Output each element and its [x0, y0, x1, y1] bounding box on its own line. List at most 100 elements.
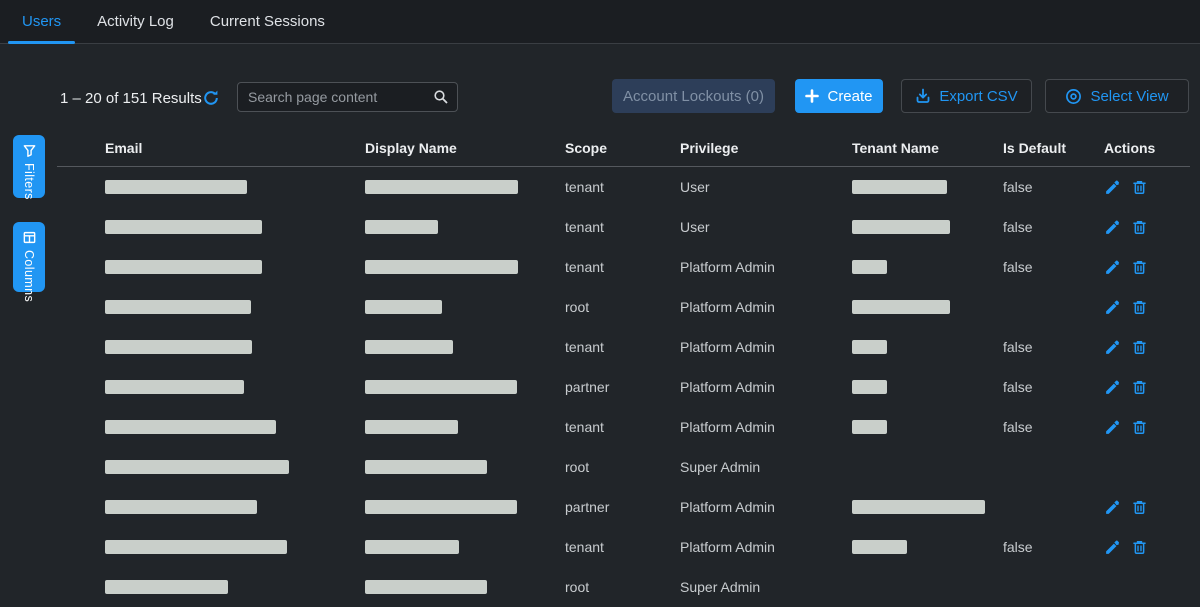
- actions-cell: [1104, 539, 1190, 556]
- display-name-cell: [365, 500, 565, 514]
- scope-cell: tenant: [565, 339, 680, 355]
- tenant-name-cell: [852, 300, 1003, 314]
- redacted-display-name-bar: [365, 300, 442, 314]
- create-label: Create: [827, 88, 872, 105]
- redacted-email-bar: [105, 180, 247, 194]
- table-row: tenant Platform Admin false: [57, 527, 1190, 567]
- tenant-name-cell: [852, 220, 1003, 234]
- tab-current-sessions[interactable]: Current Sessions: [196, 0, 339, 43]
- delete-trash-icon[interactable]: [1131, 539, 1148, 556]
- edit-pencil-icon[interactable]: [1104, 179, 1121, 196]
- edit-pencil-icon[interactable]: [1104, 299, 1121, 316]
- delete-trash-icon[interactable]: [1131, 299, 1148, 316]
- delete-trash-icon[interactable]: [1131, 259, 1148, 276]
- column-header-is-default: Is Default: [1003, 140, 1104, 156]
- account-lockouts-button[interactable]: Account Lockouts (0): [612, 79, 775, 113]
- delete-trash-icon[interactable]: [1131, 339, 1148, 356]
- scope-cell: partner: [565, 499, 680, 515]
- top-tab-bar: Users Activity Log Current Sessions: [0, 0, 1200, 44]
- edit-pencil-icon[interactable]: [1104, 259, 1121, 276]
- tab-activity-log[interactable]: Activity Log: [83, 0, 188, 43]
- display-name-cell: [365, 540, 565, 554]
- edit-pencil-icon[interactable]: [1104, 499, 1121, 516]
- table-row: tenant Platform Admin false: [57, 247, 1190, 287]
- email-cell: [105, 540, 365, 554]
- table-row: root Super Admin: [57, 567, 1190, 607]
- privilege-cell: Platform Admin: [680, 499, 852, 515]
- display-name-cell: [365, 260, 565, 274]
- redacted-tenant-name-bar: [852, 540, 907, 554]
- tenant-name-cell: [852, 340, 1003, 354]
- columns-side-tab[interactable]: Columns: [13, 222, 45, 292]
- table-grid-icon: [22, 230, 37, 245]
- actions-cell: [1104, 339, 1190, 356]
- privilege-cell: Platform Admin: [680, 379, 852, 395]
- filters-side-tab-label: Filters: [22, 163, 36, 200]
- tenant-name-cell: [852, 260, 1003, 274]
- delete-trash-icon[interactable]: [1131, 179, 1148, 196]
- column-header-actions: Actions: [1104, 140, 1190, 156]
- search-input[interactable]: [248, 89, 433, 105]
- column-header-display-name: Display Name: [365, 140, 565, 156]
- filters-side-tab[interactable]: Filters: [13, 135, 45, 198]
- tenant-name-cell: [852, 500, 1003, 514]
- tenant-name-cell: [852, 420, 1003, 434]
- edit-pencil-icon[interactable]: [1104, 219, 1121, 236]
- delete-trash-icon[interactable]: [1131, 379, 1148, 396]
- redacted-tenant-name-bar: [852, 180, 947, 194]
- eye-target-icon: [1065, 88, 1082, 105]
- email-cell: [105, 260, 365, 274]
- table-row: partner Platform Admin false: [57, 367, 1190, 407]
- redacted-email-bar: [105, 420, 276, 434]
- scope-cell: tenant: [565, 219, 680, 235]
- privilege-cell: Platform Admin: [680, 259, 852, 275]
- display-name-cell: [365, 380, 565, 394]
- column-header-privilege: Privilege: [680, 140, 852, 156]
- email-cell: [105, 580, 365, 594]
- redacted-display-name-bar: [365, 380, 517, 394]
- column-header-scope: Scope: [565, 140, 680, 156]
- redacted-display-name-bar: [365, 460, 487, 474]
- redacted-tenant-name-bar: [852, 420, 887, 434]
- is-default-cell: false: [1003, 179, 1104, 195]
- redacted-display-name-bar: [365, 420, 458, 434]
- create-button[interactable]: Create: [795, 79, 883, 113]
- results-count: 1 – 20 of 151 Results: [60, 90, 202, 107]
- redacted-email-bar: [105, 540, 287, 554]
- refresh-icon[interactable]: [202, 89, 220, 107]
- scope-cell: root: [565, 299, 680, 315]
- select-view-button[interactable]: Select View: [1045, 79, 1189, 113]
- redacted-tenant-name-bar: [852, 500, 985, 514]
- delete-trash-icon[interactable]: [1131, 499, 1148, 516]
- edit-pencil-icon[interactable]: [1104, 419, 1121, 436]
- actions-cell: [1104, 419, 1190, 436]
- is-default-cell: false: [1003, 379, 1104, 395]
- actions-cell: [1104, 499, 1190, 516]
- table-row: tenant User false: [57, 207, 1190, 247]
- tab-users[interactable]: Users: [8, 0, 75, 43]
- table-row: tenant Platform Admin false: [57, 327, 1190, 367]
- display-name-cell: [365, 300, 565, 314]
- table-row: partner Platform Admin: [57, 487, 1190, 527]
- delete-trash-icon[interactable]: [1131, 419, 1148, 436]
- display-name-cell: [365, 220, 565, 234]
- redacted-tenant-name-bar: [852, 340, 887, 354]
- redacted-email-bar: [105, 300, 251, 314]
- email-cell: [105, 420, 365, 434]
- privilege-cell: Platform Admin: [680, 339, 852, 355]
- users-table: Email Display Name Scope Privilege Tenan…: [57, 130, 1190, 607]
- scope-cell: tenant: [565, 539, 680, 555]
- edit-pencil-icon[interactable]: [1104, 379, 1121, 396]
- is-default-cell: false: [1003, 539, 1104, 555]
- is-default-cell: false: [1003, 259, 1104, 275]
- export-csv-button[interactable]: Export CSV: [901, 79, 1032, 113]
- email-cell: [105, 340, 365, 354]
- delete-trash-icon[interactable]: [1131, 219, 1148, 236]
- actions-cell: [1104, 379, 1190, 396]
- edit-pencil-icon[interactable]: [1104, 539, 1121, 556]
- scope-cell: tenant: [565, 179, 680, 195]
- display-name-cell: [365, 340, 565, 354]
- actions-cell: [1104, 259, 1190, 276]
- plus-icon: [805, 89, 819, 103]
- edit-pencil-icon[interactable]: [1104, 339, 1121, 356]
